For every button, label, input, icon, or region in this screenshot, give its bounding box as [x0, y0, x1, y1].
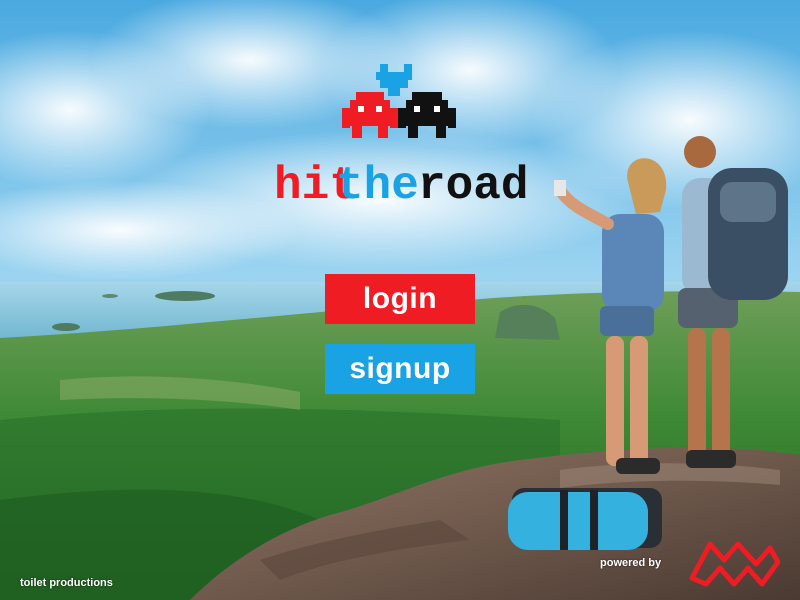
- partner-logo-icon[interactable]: [688, 534, 780, 588]
- signup-button-label: signup: [349, 352, 451, 385]
- login-button-label: login: [362, 282, 438, 315]
- red-space-invader-icon: [342, 92, 398, 138]
- signup-button[interactable]: signup: [325, 344, 475, 394]
- hit-the-road-logo: hit the road: [274, 64, 528, 212]
- blue-heart-icon: [376, 64, 412, 96]
- credit-text: toilet productions: [20, 577, 113, 589]
- black-space-invader-icon: [398, 92, 456, 138]
- logo-word-road: road: [418, 160, 528, 212]
- logo-word-the: the: [336, 160, 419, 212]
- login-button[interactable]: login: [325, 274, 475, 324]
- login-screen: hit the road login signup toilet product…: [0, 0, 800, 600]
- powered-by-text: powered by: [600, 557, 662, 569]
